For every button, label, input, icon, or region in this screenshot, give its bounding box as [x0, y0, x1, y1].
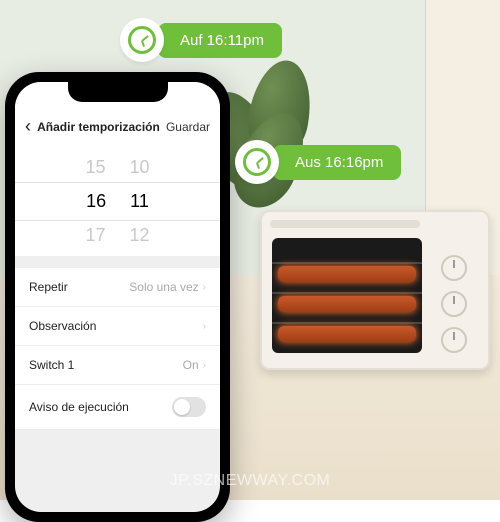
picker-hour-prev: 15 [85, 157, 105, 178]
picker-hour-next: 17 [85, 225, 105, 246]
schedule-on-bubble: Auf 16:11pm [120, 18, 282, 62]
picker-min-selected: 11 [130, 191, 149, 212]
knob-temp [441, 255, 467, 281]
exec-label: Aviso de ejecución [29, 400, 129, 414]
switch-value: On [183, 358, 199, 372]
phone-screen: ‹ Añadir temporización Guardar 15 10 16 … [15, 82, 220, 512]
oven-handle [270, 220, 420, 228]
row-note[interactable]: Observación › [15, 307, 220, 346]
knob-timer [441, 327, 467, 353]
repeat-label: Repetir [29, 280, 68, 294]
repeat-value: Solo una vez [129, 280, 198, 294]
chevron-right-icon: › [203, 282, 206, 293]
row-switch[interactable]: Switch 1 On › [15, 346, 220, 385]
clock-icon [235, 140, 279, 184]
picker-hour-selected: 16 [86, 191, 106, 212]
nav-bar: ‹ Añadir temporización Guardar [15, 110, 220, 147]
note-label: Observación [29, 319, 96, 333]
knob-mode [441, 291, 467, 317]
clock-icon [120, 18, 164, 62]
row-repeat[interactable]: Repetir Solo una vez › [15, 268, 220, 307]
schedule-off-label: Aus 16:16pm [273, 145, 401, 180]
scene: Auf 16:11pm Aus 16:16pm ‹ Añadir tempori… [0, 0, 500, 500]
picker-min-next: 12 [130, 225, 150, 246]
exec-toggle[interactable] [172, 397, 206, 417]
phone-frame: ‹ Añadir temporización Guardar 15 10 16 … [5, 72, 230, 522]
time-picker[interactable]: 15 10 16 11 17 12 [15, 147, 220, 256]
watermark: JP.SZNEWWAY.COM [170, 472, 331, 490]
save-button[interactable]: Guardar [166, 120, 210, 134]
toaster-oven [260, 210, 490, 370]
chevron-right-icon: › [203, 360, 206, 371]
oven-window [272, 238, 422, 353]
oven-knobs [430, 245, 478, 363]
switch-label: Switch 1 [29, 358, 74, 372]
schedule-off-bubble: Aus 16:16pm [235, 140, 401, 184]
schedule-on-label: Auf 16:11pm [158, 23, 282, 58]
chevron-right-icon: › [203, 321, 206, 332]
page-title: Añadir temporización [31, 120, 166, 134]
settings-list: Repetir Solo una vez › Observación › Swit… [15, 268, 220, 430]
phone-notch [68, 82, 168, 102]
picker-min-prev: 10 [130, 157, 150, 178]
row-exec-notice: Aviso de ejecución [15, 385, 220, 430]
